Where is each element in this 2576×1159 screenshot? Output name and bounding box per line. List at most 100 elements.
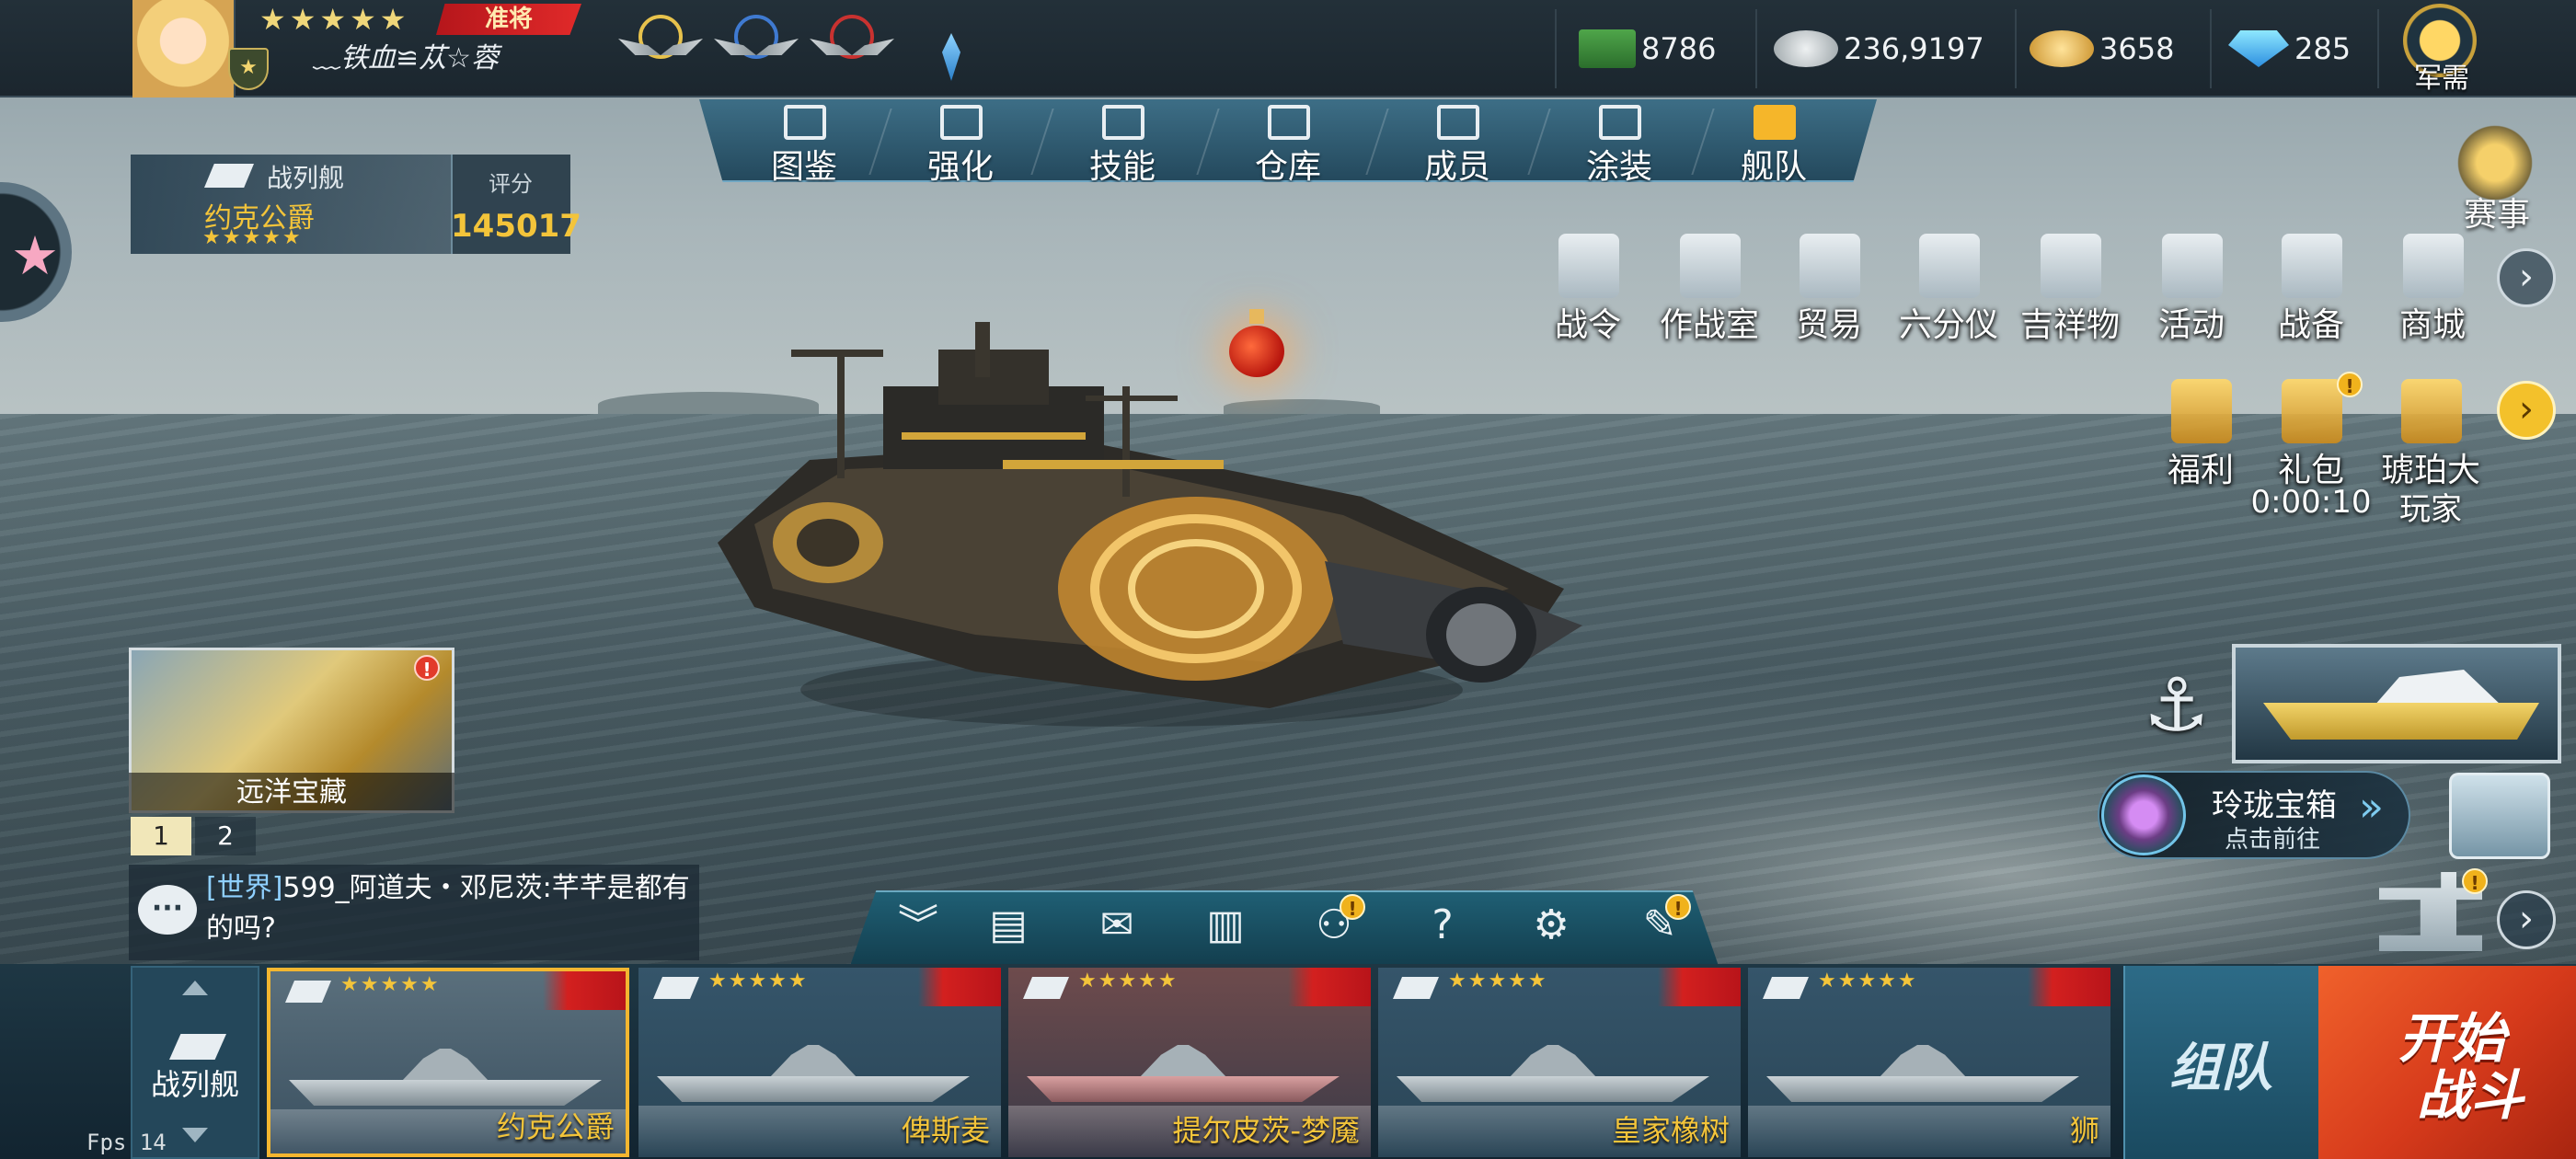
ship-type-icon xyxy=(1023,977,1069,999)
ranking-icon[interactable]: ▥ xyxy=(1198,898,1253,953)
star-icon: ★ xyxy=(11,224,59,287)
divider xyxy=(2015,9,2017,88)
page-tab-1[interactable]: 1 xyxy=(131,817,191,855)
flag-icon xyxy=(1599,105,1641,140)
fleet-icon xyxy=(1754,105,1796,140)
flag-icon xyxy=(2028,968,2110,1006)
player-stars: ★★★★★ xyxy=(259,2,410,37)
tab-skills[interactable]: 技能 xyxy=(1041,99,1203,182)
menu-amber-player[interactable]: 琥珀大 玩家 xyxy=(2370,379,2491,528)
chat-bubble-icon[interactable]: ··· xyxy=(138,885,197,935)
resource-silver[interactable]: 236,9197 xyxy=(1774,0,1984,98)
alert-icon: ! xyxy=(1340,894,1365,920)
menu-war-room[interactable]: 作战室 xyxy=(1649,234,1770,353)
battle-pass-icon xyxy=(1558,234,1619,298)
ship-stars: ★★★★★ xyxy=(202,226,303,249)
divider xyxy=(1755,9,1757,88)
gold-medal-icon[interactable] xyxy=(618,11,703,81)
main-nav: 图鉴 强化 技能 仓库 成员 涂装 舰队 xyxy=(699,99,1877,182)
flag-icon xyxy=(1658,968,1741,1006)
tournament-label[interactable]: 赛事 xyxy=(2442,188,2552,235)
menu-welfare[interactable]: 福利 xyxy=(2140,379,2261,499)
score-label: 评分 xyxy=(489,171,533,197)
amber-badge-icon xyxy=(2401,379,2462,443)
divider xyxy=(1555,9,1557,88)
anchor-icon[interactable]: ⚓ xyxy=(2144,662,2210,748)
ship-type-icon xyxy=(1393,977,1439,999)
ship-silhouette xyxy=(1766,1045,2079,1111)
military-supply-label: 军需 xyxy=(2414,63,2469,95)
ship-card[interactable]: ★★★★★ 俾斯麦 xyxy=(638,968,1001,1157)
book-stack-icon xyxy=(2282,234,2342,298)
flag-icon xyxy=(918,968,1001,1006)
blue-medal-icon[interactable] xyxy=(714,11,799,81)
flag-icon xyxy=(1288,968,1371,1006)
ship-card[interactable]: ★★★★★ 提尔皮茨-梦魇 xyxy=(1008,968,1371,1157)
settings-icon[interactable]: ⚙ xyxy=(1524,898,1579,953)
chevron-right-icon[interactable]: › xyxy=(2497,381,2556,440)
chest-subtitle: 点击前往 xyxy=(2225,826,2321,854)
ship-card[interactable]: ★★★★★ 狮 xyxy=(1748,968,2110,1157)
tab-fleet[interactable]: 舰队 xyxy=(1693,99,1855,182)
tab-crew[interactable]: 成员 xyxy=(1376,99,1538,182)
resource-cash[interactable]: 8786 xyxy=(1579,0,1716,98)
menu-trade[interactable]: 贸易 xyxy=(1768,234,1890,353)
ship-card-name: 狮 xyxy=(2069,1113,2099,1148)
mail-icon[interactable]: ✉ xyxy=(1089,898,1144,953)
start-battle-label: 开始 战斗 xyxy=(2379,1007,2524,1127)
ship-type-icon xyxy=(169,1034,226,1060)
tab-handbook[interactable]: 图鉴 xyxy=(723,99,885,182)
flag-icon xyxy=(543,971,626,1010)
treasure-chest-icon xyxy=(2101,775,2186,855)
ship-card-stars: ★★★★★ xyxy=(708,970,809,993)
help-icon[interactable]: ? xyxy=(1415,898,1470,953)
mascot-icon xyxy=(2041,234,2101,298)
collapse-icon[interactable]: ︾ xyxy=(891,898,946,953)
world-map-icon[interactable] xyxy=(2449,773,2550,859)
sextant-icon xyxy=(1919,234,1980,298)
clipboard-icon[interactable]: ▤ xyxy=(981,898,1036,953)
ship-card-name: 提尔皮茨-梦魇 xyxy=(1172,1113,1360,1148)
tab-upgrade[interactable]: 强化 xyxy=(880,99,1041,182)
ship-card-name: 约克公爵 xyxy=(496,1109,615,1144)
menu-battle-pass[interactable]: 战令 xyxy=(1527,234,1649,353)
tab-warehouse[interactable]: 仓库 xyxy=(1207,99,1369,182)
ship-card[interactable]: ★★★★★ 皇家橡树 xyxy=(1378,968,1741,1157)
dock-ship-preview[interactable] xyxy=(2232,644,2561,763)
chevron-right-icon[interactable]: › xyxy=(2497,890,2556,949)
resource-gold[interactable]: 3658 xyxy=(2030,0,2174,98)
menu-readiness[interactable]: 战备 xyxy=(2250,234,2372,353)
menu-mascot[interactable]: 吉祥物 xyxy=(2009,234,2131,353)
ship-card-stars: ★★★★★ xyxy=(1078,970,1179,993)
chat-message: [世界]599_阿道夫・邓尼茨:芊芊是都有的吗? xyxy=(206,868,694,949)
chevron-right-icon[interactable]: › xyxy=(2497,248,2556,307)
page-tab-2[interactable]: 2 xyxy=(195,817,256,855)
resource-diamond[interactable]: 285 xyxy=(2228,0,2351,98)
ocean-treasure-label: 远洋宝藏 xyxy=(129,773,454,813)
alert-icon: ! xyxy=(1665,894,1691,920)
flagship-3d-model[interactable] xyxy=(699,313,1619,754)
player-name: ﹏铁血≌苁☆蓉 xyxy=(313,42,500,75)
divider xyxy=(2377,9,2379,88)
cash-icon xyxy=(1579,29,1636,68)
menu-shop[interactable]: 商城 xyxy=(2372,234,2493,353)
resource-value: 236,9197 xyxy=(1844,31,1984,66)
map-icon xyxy=(1680,234,1741,298)
menu-events[interactable]: 活动 xyxy=(2131,234,2252,353)
skill-icon xyxy=(1102,105,1144,140)
ship-type-label: 战列舰 xyxy=(267,163,345,193)
upgrade-icon xyxy=(940,105,983,140)
ship-silhouette xyxy=(657,1045,970,1111)
warehouse-icon xyxy=(1268,105,1310,140)
red-medal-icon[interactable] xyxy=(810,11,894,81)
tab-paint[interactable]: 涂装 xyxy=(1538,99,1700,182)
chest-title: 玲珑宝箱 xyxy=(2212,787,2337,824)
alert-icon: ! xyxy=(2462,868,2488,894)
ship-silhouette xyxy=(1397,1045,1709,1111)
resource-value: 3658 xyxy=(2099,31,2175,66)
cart-icon xyxy=(2403,234,2464,298)
divider xyxy=(2210,9,2212,88)
ship-card[interactable]: ★★★★★ 约克公爵 xyxy=(267,968,629,1157)
menu-sextant[interactable]: 六分仪 xyxy=(1888,234,2009,353)
player-avatar[interactable] xyxy=(132,0,236,98)
